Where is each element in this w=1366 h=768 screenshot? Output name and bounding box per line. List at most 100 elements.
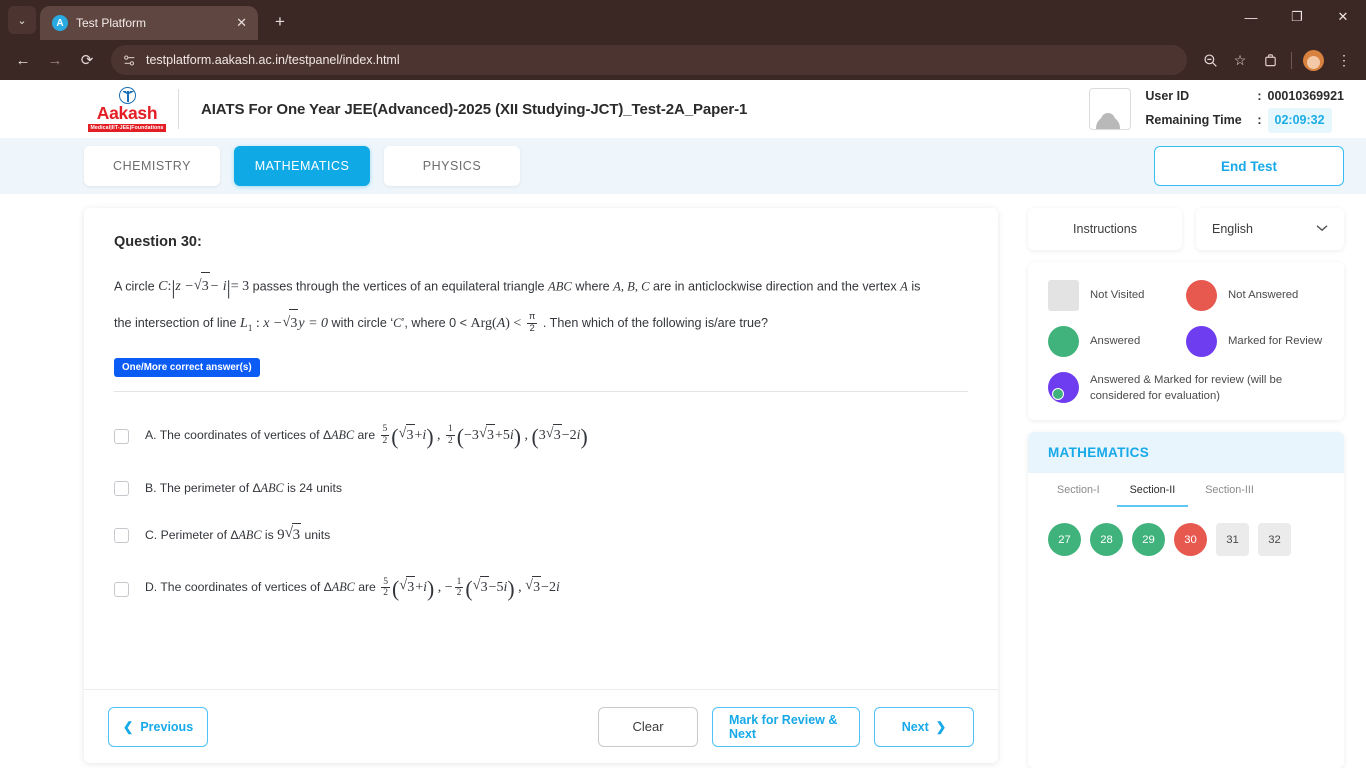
chevron-down-icon bbox=[1316, 224, 1328, 235]
q-vertex-a: A bbox=[900, 279, 908, 294]
option-b-mid: is 24 units bbox=[287, 481, 342, 496]
maximize-icon[interactable]: ❐ bbox=[1274, 0, 1320, 34]
legend-label: Answered bbox=[1090, 335, 1141, 348]
option-b-checkbox[interactable] bbox=[114, 480, 129, 496]
site-settings-icon[interactable] bbox=[121, 52, 137, 68]
browser-toolbar: ← → ⟳ testplatform.aakash.ac.in/testpane… bbox=[0, 40, 1366, 80]
end-test-button[interactable]: End Test bbox=[1154, 146, 1344, 186]
option-b[interactable]: B. The perimeter of ΔABC is 24 units bbox=[114, 466, 968, 510]
q-l1-colon: : bbox=[255, 315, 260, 331]
legend-label: Answered & Marked for review (will be co… bbox=[1090, 374, 1283, 403]
tab-search-icon[interactable]: ⌄ bbox=[8, 6, 36, 34]
legend-grid: Not Visited Not Answered Answered Marked… bbox=[1048, 280, 1324, 404]
question-palette: MATHEMATICS Section-I Section-II Section… bbox=[1028, 432, 1344, 768]
question-chip-29[interactable]: 29 bbox=[1132, 523, 1165, 557]
zoom-out-icon[interactable] bbox=[1196, 46, 1224, 74]
option-c[interactable]: C. Perimeter of ΔABC is 93 units bbox=[114, 510, 968, 560]
q-arg-close: ) < bbox=[505, 315, 522, 331]
logo-tagline: Medical|IIT-JEE|Foundations bbox=[88, 123, 166, 132]
q-c2: C bbox=[393, 315, 402, 330]
legend-not-visited: Not Visited bbox=[1048, 280, 1186, 311]
question-chip-30[interactable]: 30 bbox=[1174, 523, 1207, 557]
subject-tab-bar: CHEMISTRY MATHEMATICS PHYSICS End Test bbox=[0, 138, 1366, 194]
aakash-logo: Aakash Medical|IIT-JEE|Foundations bbox=[84, 86, 170, 132]
option-a-lead: The coordinates of vertices of Δ bbox=[159, 427, 332, 442]
legend-label: Marked for Review bbox=[1228, 335, 1323, 348]
browser-tab-test-platform[interactable]: A Test Platform ✕ bbox=[40, 6, 258, 40]
address-bar[interactable]: testplatform.aakash.ac.in/testpanel/inde… bbox=[111, 45, 1187, 75]
close-icon[interactable]: ✕ bbox=[233, 15, 250, 31]
next-button[interactable]: Next ❯ bbox=[874, 706, 974, 747]
legend-label: Not Visited bbox=[1090, 289, 1145, 302]
address-bar-url: testplatform.aakash.ac.in/testpanel/inde… bbox=[146, 53, 400, 67]
option-b-lead: The perimeter of Δ bbox=[159, 481, 261, 496]
user-id-label: User ID bbox=[1145, 88, 1190, 103]
not-visited-swatch bbox=[1048, 280, 1079, 311]
previous-button[interactable]: ❮ Previous bbox=[108, 706, 208, 747]
bookmark-star-icon[interactable]: ☆ bbox=[1226, 46, 1254, 74]
q-sqrt3-a: 3 bbox=[194, 271, 210, 301]
user-detail-rows: User ID : 00010369921 Remaining Time : 0… bbox=[1145, 85, 1344, 134]
tab-physics[interactable]: PHYSICS bbox=[384, 146, 520, 186]
clear-button[interactable]: Clear bbox=[598, 706, 698, 747]
question-chip-27[interactable]: 27 bbox=[1048, 523, 1081, 557]
section-tab-1[interactable]: Section-I bbox=[1044, 473, 1113, 507]
legend-label: Not Answered bbox=[1228, 289, 1299, 302]
window-controls: — ❐ ✕ bbox=[1228, 0, 1366, 40]
extensions-icon[interactable] bbox=[1256, 46, 1284, 74]
instructions-button[interactable]: Instructions bbox=[1028, 208, 1182, 250]
new-tab-button[interactable]: + bbox=[266, 8, 294, 36]
chevron-down-icon: ⌄ bbox=[17, 14, 27, 27]
browser-menu-icon[interactable]: ⋮ bbox=[1330, 46, 1358, 74]
option-a-checkbox[interactable] bbox=[114, 429, 129, 445]
option-c-abc: ABC bbox=[238, 528, 262, 543]
palette-subject-title: MATHEMATICS bbox=[1028, 432, 1344, 474]
tab-favicon-icon: A bbox=[52, 15, 68, 31]
mark-for-review-next-button[interactable]: Mark for Review & Next bbox=[712, 706, 860, 747]
q-a-b-c: A, B, C bbox=[613, 279, 650, 294]
back-icon[interactable]: ← bbox=[8, 45, 38, 75]
user-id-row: User ID : 00010369921 bbox=[1145, 85, 1344, 108]
section-tab-3[interactable]: Section-III bbox=[1192, 473, 1267, 507]
favicon-letter: A bbox=[56, 17, 64, 29]
forward-icon[interactable]: → bbox=[40, 45, 70, 75]
option-c-lead: Perimeter of Δ bbox=[160, 528, 239, 543]
q-part-8: . Then which of the following is/are tru… bbox=[542, 315, 769, 330]
language-select[interactable]: English bbox=[1196, 208, 1344, 250]
content-area: Question 30: A circle C:|z −3− i|= 3 pas… bbox=[0, 194, 1366, 768]
option-a-text: A. The coordinates of vertices of ΔABC a… bbox=[145, 421, 588, 454]
q-abc: ABC bbox=[548, 279, 572, 294]
next-button-label: Next bbox=[901, 719, 929, 734]
site-header: Aakash Medical|IIT-JEE|Foundations AIATS… bbox=[0, 80, 1366, 138]
option-d-checkbox[interactable] bbox=[114, 581, 129, 597]
marked-swatch bbox=[1186, 326, 1217, 357]
status-legend: Not Visited Not Answered Answered Marked… bbox=[1028, 262, 1344, 421]
previous-button-label: Previous bbox=[140, 719, 194, 734]
browser-chrome: ⌄ A Test Platform ✕ + — ❐ ✕ ← → ⟳ testpl… bbox=[0, 0, 1366, 80]
legend-marked-for-review: Marked for Review bbox=[1186, 326, 1324, 357]
option-a-abc: ABC bbox=[331, 427, 355, 442]
question-chip-31[interactable]: 31 bbox=[1216, 523, 1249, 557]
tab-mathematics[interactable]: MATHEMATICS bbox=[234, 146, 370, 186]
question-chip-32[interactable]: 32 bbox=[1258, 523, 1291, 557]
option-a[interactable]: A. The coordinates of vertices of ΔABC a… bbox=[114, 408, 968, 467]
option-d[interactable]: D. The coordinates of vertices of ΔABC a… bbox=[114, 560, 968, 619]
tab-chemistry[interactable]: CHEMISTRY bbox=[84, 146, 220, 186]
profile-avatar[interactable] bbox=[1303, 49, 1324, 71]
option-d-text: D. The coordinates of vertices of ΔABC a… bbox=[145, 573, 560, 606]
option-b-letter: B. bbox=[145, 481, 157, 496]
question-chip-28[interactable]: 28 bbox=[1090, 523, 1123, 557]
window-close-icon[interactable]: ✕ bbox=[1320, 0, 1366, 34]
minimize-icon[interactable]: — bbox=[1228, 0, 1274, 34]
avatar-body-icon bbox=[1095, 116, 1120, 129]
section-tab-2[interactable]: Section-II bbox=[1116, 473, 1189, 508]
option-a-mid: are bbox=[357, 427, 376, 442]
option-c-letter: C. bbox=[145, 528, 158, 543]
reload-icon[interactable]: ⟳ bbox=[72, 45, 102, 75]
option-c-checkbox[interactable] bbox=[114, 527, 129, 543]
q-equals-3: = 3 bbox=[230, 279, 250, 295]
question-text: A circle C:|z −3− i|= 3 passes through t… bbox=[114, 268, 934, 338]
q-y-eq0: y = 0 bbox=[298, 315, 329, 331]
option-c-mid: is bbox=[264, 528, 274, 543]
q-l1: L bbox=[240, 315, 248, 331]
